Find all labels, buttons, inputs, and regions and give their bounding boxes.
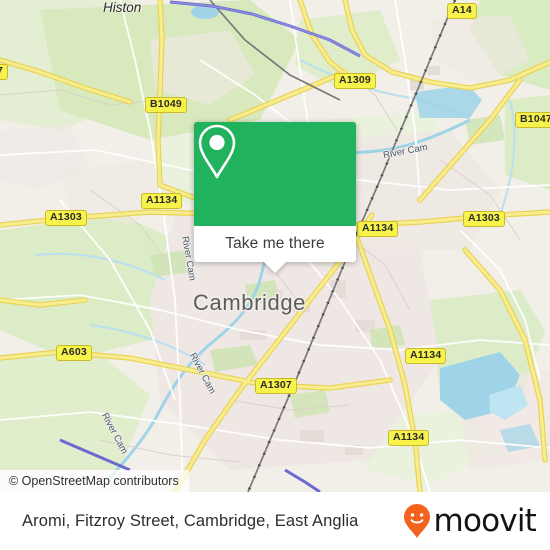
road-shield-a1134-north[interactable]: A1134: [141, 193, 183, 209]
road-shield-a603[interactable]: A603: [56, 345, 92, 361]
moovit-smiley-pin-icon: [403, 504, 430, 538]
road-shield-a1303-east[interactable]: A1303: [463, 211, 505, 227]
take-me-there-label: Take me there: [225, 235, 325, 252]
footer-bar: Aromi, Fitzroy Street, Cambridge, East A…: [0, 492, 550, 550]
road-shield-a1307[interactable]: A1307: [255, 378, 297, 394]
road-shield-a1134-south[interactable]: A1134: [388, 430, 430, 446]
location-popup[interactable]: Take me there: [194, 122, 356, 273]
road-shield-a1134-east[interactable]: A1134: [405, 348, 447, 364]
map-pin-icon: [198, 124, 236, 179]
moovit-logo[interactable]: moovit: [402, 502, 537, 539]
road-shield-b1047[interactable]: B1047: [515, 112, 550, 128]
address-label: Aromi, Fitzroy Street, Cambridge, East A…: [22, 511, 359, 530]
place-label-histon: Histon: [103, 0, 142, 15]
map-canvas[interactable]: Histon Cambridge River Cam River Cam Riv…: [0, 0, 550, 492]
moovit-wordmark: moovit: [433, 502, 537, 539]
road-shield-a1309[interactable]: A1309: [334, 73, 376, 89]
road-shield-a1134-center[interactable]: A1134: [357, 221, 399, 237]
road-shield-b1049[interactable]: B1049: [145, 97, 187, 113]
road-shield-a14[interactable]: A14: [447, 3, 477, 19]
road-shield-edge-clipped[interactable]: 7: [0, 64, 9, 80]
popup-footer[interactable]: Take me there: [194, 226, 356, 273]
road-shield-a1303-west[interactable]: A1303: [45, 210, 87, 226]
popup-tail-pointer: [264, 262, 286, 273]
place-label-cambridge: Cambridge: [193, 290, 307, 315]
osm-attribution[interactable]: © OpenStreetMap contributors: [0, 470, 189, 492]
map-screenshot: Histon Cambridge River Cam River Cam Riv…: [0, 0, 550, 550]
popup-image-area: [194, 122, 356, 226]
